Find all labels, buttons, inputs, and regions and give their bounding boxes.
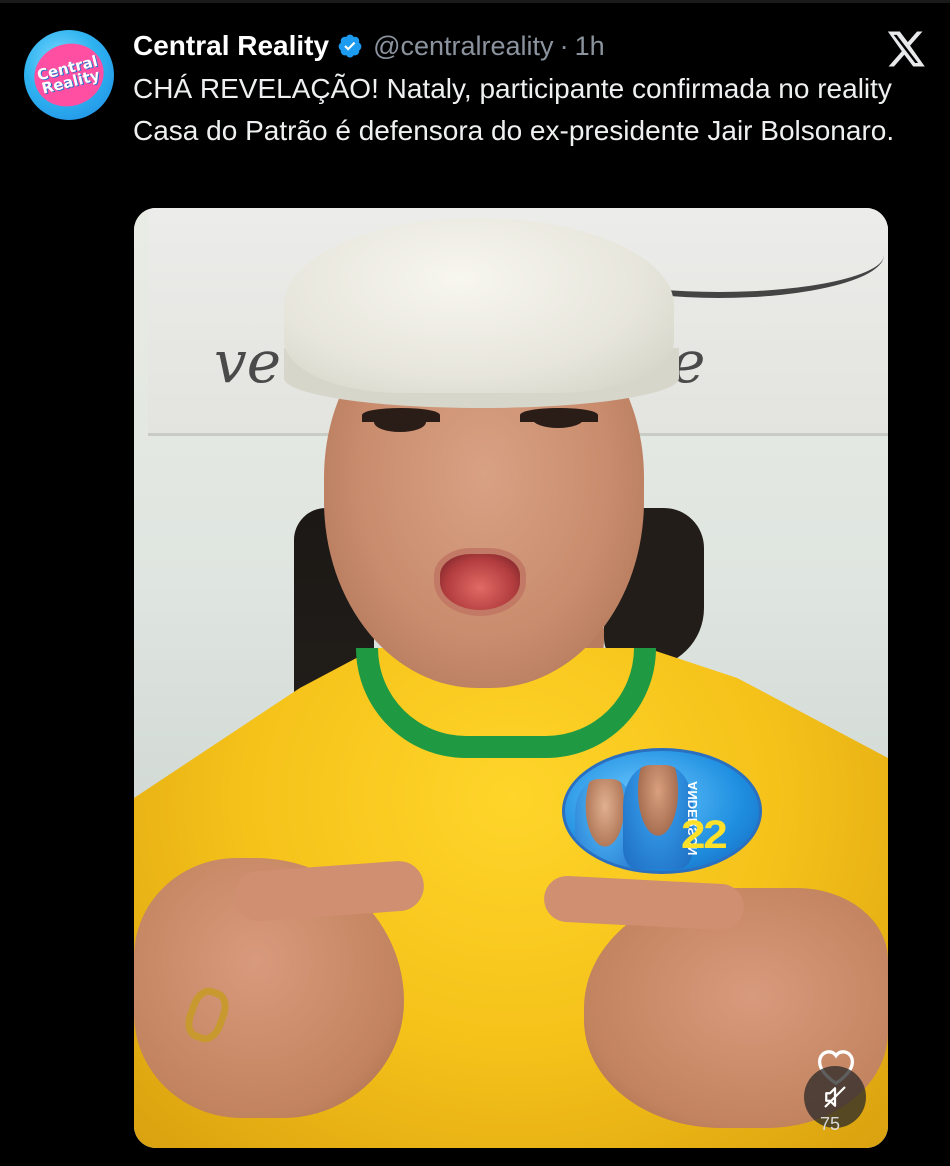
open-mouth (434, 548, 526, 616)
poster-script-left: ve (214, 328, 282, 396)
display-name[interactable]: Central Reality (133, 30, 329, 62)
white-cap (284, 218, 674, 393)
tweet[interactable]: Central Reality Central Reality @central… (0, 0, 950, 1166)
avatar[interactable]: Central Reality (24, 30, 114, 120)
tweet-header: Central Reality @centralreality · 1h (133, 26, 605, 66)
left-eye (374, 412, 426, 432)
tweet-text: CHÁ REVELAÇÃO! Nataly, participante conf… (133, 73, 895, 146)
video-media[interactable]: ve pe ANDERSON 22 (134, 208, 888, 1148)
verified-badge-icon (338, 34, 362, 58)
timestamp[interactable]: 1h (575, 31, 605, 62)
sticker-number: 22 (680, 813, 728, 857)
campaign-sticker: ANDERSON 22 (562, 748, 762, 874)
right-eye (532, 408, 584, 428)
view-count: 75 (820, 1114, 841, 1134)
user-handle[interactable]: @centralreality (373, 31, 553, 62)
x-logo-icon (887, 31, 925, 67)
separator-dot: · (559, 30, 569, 61)
